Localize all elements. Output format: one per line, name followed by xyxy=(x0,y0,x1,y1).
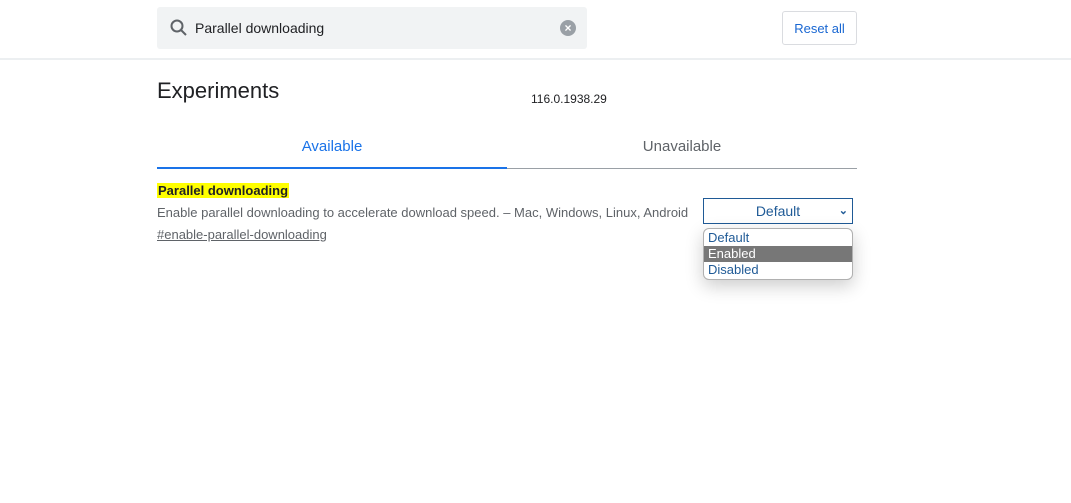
header: Parallel downloading × Reset all xyxy=(0,0,1071,60)
select-dropdown: Default Enabled Disabled xyxy=(703,228,853,280)
active-tab-indicator xyxy=(157,167,507,169)
version-label: 116.0.1938.29 xyxy=(531,92,607,106)
experiment-description: Enable parallel downloading to accelerat… xyxy=(157,205,689,220)
option-enabled[interactable]: Enabled xyxy=(704,246,852,262)
experiment-link[interactable]: #enable-parallel-downloading xyxy=(157,227,327,242)
option-disabled[interactable]: Disabled xyxy=(704,262,852,278)
experiment-select[interactable]: Default ⌄ xyxy=(703,198,853,224)
tab-available[interactable]: Available xyxy=(157,138,507,155)
tab-unavailable[interactable]: Unavailable xyxy=(507,138,857,155)
chevron-down-icon: ⌄ xyxy=(838,205,848,217)
search-input[interactable]: Parallel downloading xyxy=(195,20,324,36)
search-icon xyxy=(169,18,189,43)
selected-value: Default xyxy=(755,203,801,219)
search-box[interactable]: Parallel downloading × xyxy=(157,7,587,49)
option-default[interactable]: Default xyxy=(704,230,852,246)
reset-all-button[interactable]: Reset all xyxy=(782,11,857,45)
experiment-name: Parallel downloading xyxy=(157,183,290,198)
clear-search-icon[interactable]: × xyxy=(560,20,576,36)
page-title: Experiments xyxy=(157,78,280,103)
